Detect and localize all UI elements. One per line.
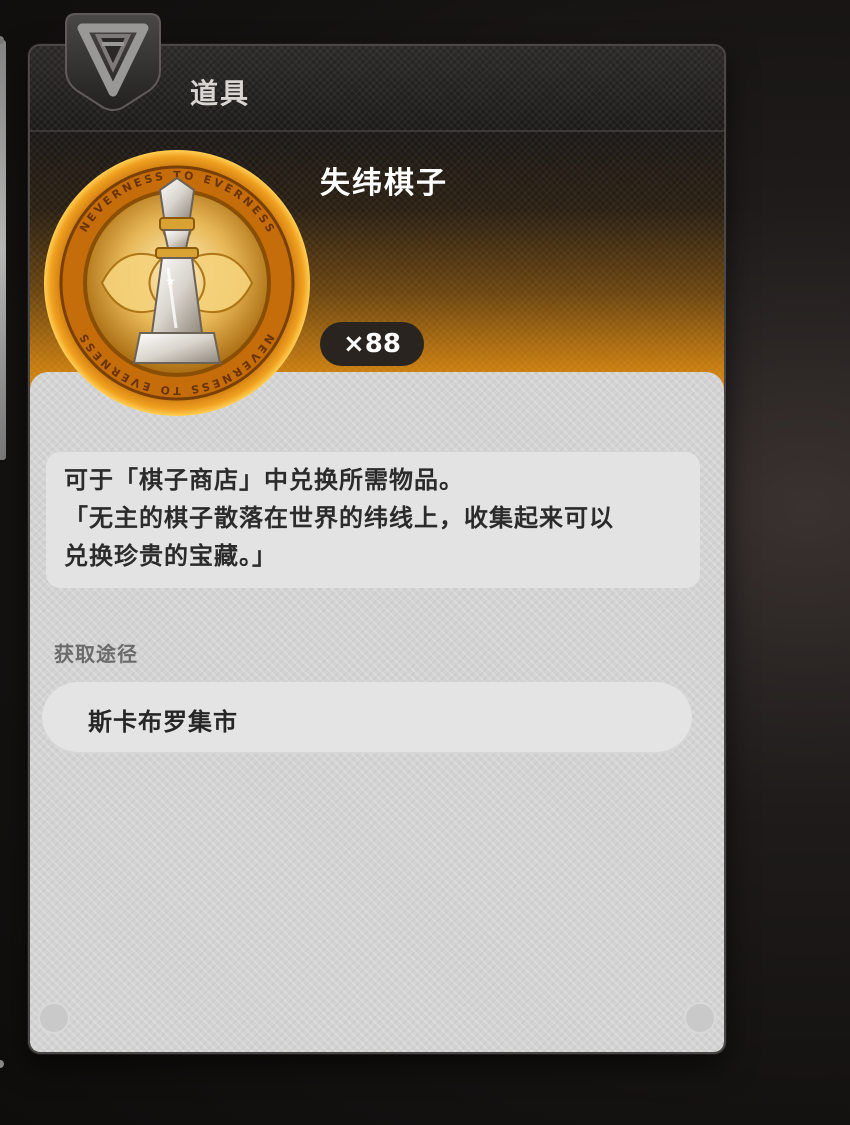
description-line: 兑换珍贵的宝藏。」 [64, 542, 277, 570]
acquisition-source-item[interactable]: 斯卡布罗集市 [42, 682, 692, 754]
corner-rivet-icon [684, 1002, 716, 1034]
description-line: 可于「棋子商店」中兑换所需物品。 [64, 466, 464, 494]
item-quantity-badge: ×88 [320, 322, 424, 366]
panel-title: 道具 [190, 77, 251, 110]
rail-bottom-dot [0, 1060, 4, 1068]
chess-piece-coin-icon: NEVERNESS TO EVERNESS NEVERNESS TO EVERN… [44, 150, 310, 416]
rail-top-dot [0, 36, 4, 44]
item-info-panel: 可于「棋子商店」中兑换所需物品。 「无主的棋子散落在世界的纬线上，收集起来可以 … [30, 372, 724, 1052]
scroll-rail[interactable] [0, 36, 6, 460]
acquisition-label: 获取途径 [54, 642, 138, 666]
item-name: 失纬棋子 [320, 166, 448, 201]
corner-rivet-icon [38, 1002, 70, 1034]
description-line: 「无主的棋子散落在世界的纬线上，收集起来可以 [64, 504, 614, 532]
description-box: 可于「棋子商店」中兑换所需物品。 「无主的棋子散落在世界的纬线上，收集起来可以 … [46, 452, 700, 588]
svg-text:★: ★ [165, 274, 176, 288]
chevron-emblem-icon [65, 13, 161, 111]
acquisition-source-label: 斯卡布罗集市 [88, 708, 238, 736]
